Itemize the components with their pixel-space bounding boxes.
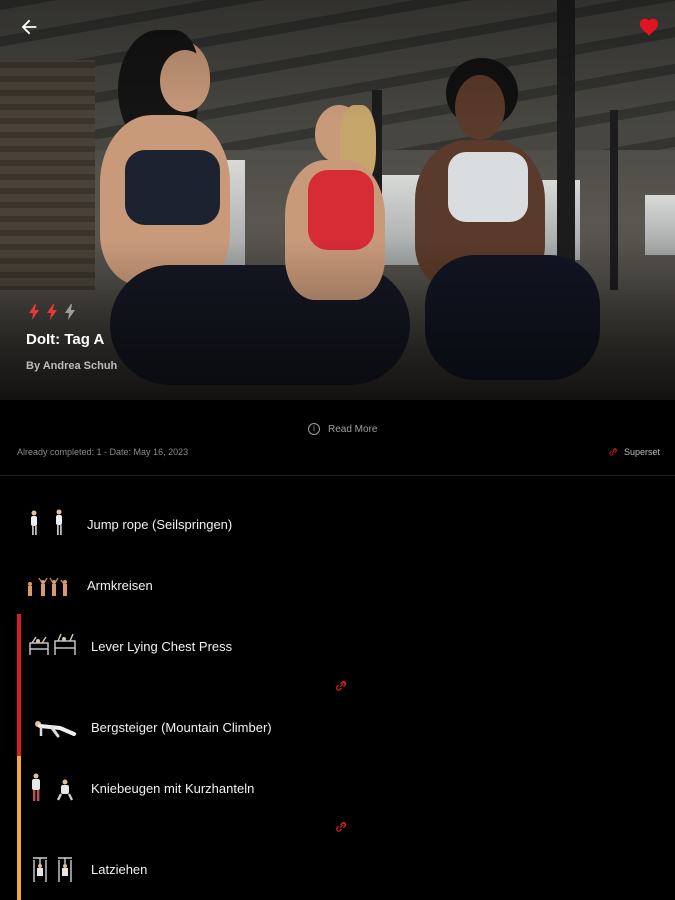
lightning-icon bbox=[65, 304, 75, 320]
heart-icon[interactable] bbox=[637, 16, 661, 38]
exercise-name: Latziehen bbox=[91, 861, 148, 877]
workout-title: DoIt: Tag A bbox=[26, 331, 105, 348]
exercise-name: Armkreisen bbox=[87, 577, 153, 593]
exercise-row[interactable]: Lever Lying Chest Press bbox=[0, 622, 675, 670]
workout-author: By Andrea Schuh bbox=[26, 360, 118, 372]
lightning-icon bbox=[47, 304, 57, 320]
completion-status: Already completed: 1 - Date: May 16, 202… bbox=[17, 447, 189, 457]
exercise-name: Kniebeugen mit Kurzhanteln bbox=[91, 780, 255, 796]
lightning-icon bbox=[29, 304, 39, 320]
hero-image: DoIt: Tag A By Andrea Schuh bbox=[0, 0, 675, 400]
superset-label: Superset bbox=[623, 447, 660, 457]
read-more-label: Read More bbox=[328, 423, 378, 435]
superset-button[interactable]: Superset bbox=[607, 446, 660, 458]
exercise-row[interactable]: Jump rope (Seilspringen) bbox=[0, 500, 675, 548]
chest-press-machine-figure-icon bbox=[29, 633, 76, 655]
lat-pulldown-figure-icon bbox=[33, 857, 72, 882]
difficulty-indicator bbox=[28, 304, 76, 320]
superset-link-icon[interactable] bbox=[333, 819, 349, 835]
arm-circles-figure-icon bbox=[28, 577, 67, 596]
exercise-row[interactable]: Latziehen bbox=[0, 845, 675, 893]
section-divider bbox=[0, 475, 675, 476]
exercise-name: Jump rope (Seilspringen) bbox=[87, 516, 233, 532]
mountain-climber-figure-icon bbox=[35, 721, 76, 738]
info-icon: i bbox=[308, 423, 320, 435]
exercise-row[interactable]: Kniebeugen mit Kurzhanteln bbox=[0, 764, 675, 812]
dumbbell-squat-figure-icon bbox=[32, 773, 74, 801]
read-more-button[interactable]: i Read More bbox=[308, 423, 377, 435]
arrow-left-icon[interactable] bbox=[18, 16, 40, 38]
superset-link-icon[interactable] bbox=[333, 678, 349, 694]
exercise-name: Lever Lying Chest Press bbox=[91, 638, 233, 654]
link-icon bbox=[609, 448, 617, 456]
exercise-row[interactable]: Bergsteiger (Mountain Climber) bbox=[0, 703, 675, 751]
jump-rope-figure-icon bbox=[31, 509, 62, 535]
exercise-name: Bergsteiger (Mountain Climber) bbox=[91, 719, 272, 735]
exercise-row[interactable]: Armkreisen bbox=[0, 561, 675, 609]
